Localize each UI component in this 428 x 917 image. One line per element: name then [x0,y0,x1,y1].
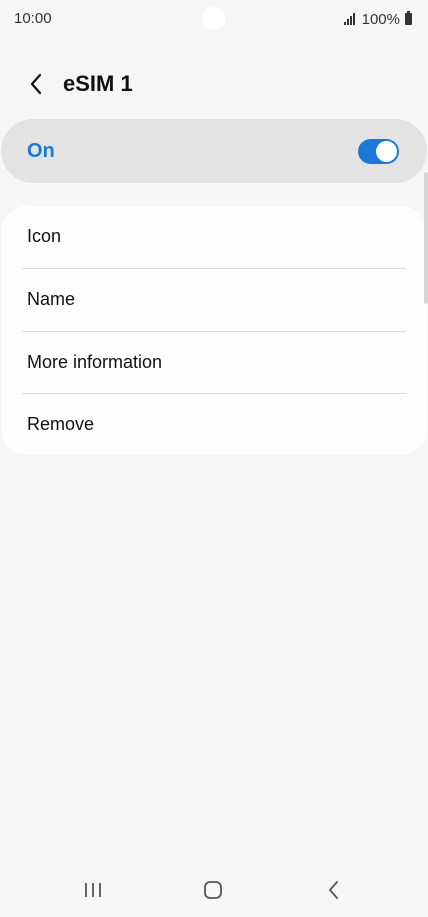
scroll-indicator[interactable] [424,172,428,304]
back-button[interactable] [18,66,54,102]
battery-full-icon [405,11,412,25]
status-bar: 10:00 100% [0,0,428,38]
battery-percentage: 100% [361,10,400,28]
home-button[interactable] [193,874,233,906]
list-item-name[interactable]: Name [1,269,427,331]
camera-cutout [202,7,225,30]
back-nav-button[interactable] [313,874,353,906]
list-item-more-information[interactable]: More information [1,332,427,394]
back-icon [329,881,338,899]
toggle-knob [376,141,397,162]
home-icon [204,881,222,899]
list-item-remove[interactable]: Remove [1,394,427,456]
list-item-icon[interactable]: Icon [1,206,427,268]
page-title: eSIM 1 [63,71,133,96]
header: eSIM 1 [0,58,428,110]
master-toggle-switch[interactable] [358,139,399,164]
status-time: 10:00 [14,10,52,27]
recent-apps-icon [85,883,101,897]
status-icons: 100% [343,10,412,28]
list-item-label: Remove [27,414,95,434]
recent-apps-button[interactable] [73,874,113,906]
list-item-label: More information [27,352,163,372]
settings-list: Icon Name More information Remove [1,206,427,455]
signal-bars-icon [343,13,358,25]
list-item-label: Name [27,289,76,309]
chevron-left-icon [30,73,42,95]
master-switch-row[interactable]: On [1,119,427,183]
navigation-bar [0,862,428,917]
master-switch-label: On [27,140,55,162]
list-item-label: Icon [27,226,62,246]
